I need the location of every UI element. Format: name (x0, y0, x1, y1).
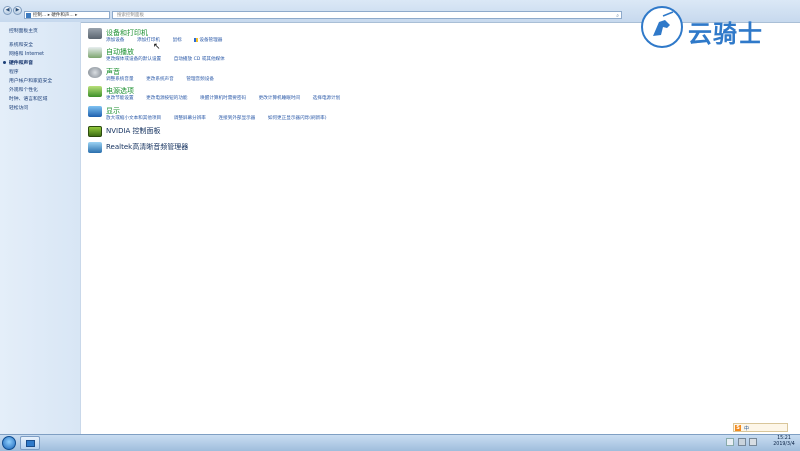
realtek-audio-icon (88, 142, 102, 153)
link-add-device[interactable]: 添加设备 (106, 37, 124, 43)
sidebar-item-security[interactable]: 系统和安全 (9, 41, 33, 48)
knight-logo-icon (641, 6, 683, 48)
clock-date: 2019/3/4 (773, 442, 795, 447)
link-change-sounds[interactable]: 更改系统声音 (146, 76, 174, 82)
watermark-text: 云骑士 (688, 20, 763, 48)
clock[interactable]: 15:21 2019/3/4 (770, 436, 798, 448)
autoplay-icon (88, 47, 102, 58)
mouse-pointer-icon: ↖ (153, 42, 161, 52)
ime-mode-label: 中 (744, 426, 750, 432)
sidebar-item-network[interactable]: 网络和 Internet (9, 50, 44, 57)
sidebar-item-user-accounts[interactable]: 用户帐户和家庭安全 (9, 77, 52, 84)
taskbar-control-panel[interactable] (20, 436, 40, 450)
start-button[interactable] (2, 436, 16, 450)
system-tray (726, 438, 759, 448)
back-button[interactable]: ◀ (3, 6, 12, 15)
active-bullet-icon (3, 61, 6, 64)
devices-printers-icon (88, 28, 102, 39)
uac-shield-icon (194, 37, 199, 42)
category-title[interactable]: Realtek高清晰音频管理器 (106, 142, 188, 152)
link-screen-resolution[interactable]: 调整屏幕分辨率 (174, 115, 206, 121)
link-external-display[interactable]: 连接到外部显示器 (219, 115, 256, 121)
category-title[interactable]: NVIDIA 控制面板 (106, 126, 161, 136)
address-path: 控制... ▸ 硬件和声... ▸ (33, 13, 78, 18)
watermark-logo: 云骑士 (641, 6, 791, 50)
forward-button[interactable]: ▶ (13, 6, 22, 15)
nvidia-icon (88, 126, 102, 137)
link-power-saving[interactable]: 更改节能设置 (106, 95, 134, 101)
search-input[interactable]: 搜索控制面板 ⌕ (112, 11, 622, 19)
display-icon (88, 106, 102, 117)
forward-arrow-icon: ▶ (15, 7, 20, 13)
link-text-size[interactable]: 放大或缩小文本和其他项目 (106, 115, 161, 121)
link-mouse[interactable]: 鼠标 (173, 37, 182, 43)
link-manage-audio-devices[interactable]: 管理音频设备 (186, 76, 214, 82)
link-power-plan[interactable]: 选择电源计划 (313, 95, 341, 101)
sidebar-item-clock-region[interactable]: 时钟、语言和区域 (9, 95, 47, 102)
power-options-icon (88, 86, 102, 97)
back-arrow-icon: ◀ (5, 7, 10, 13)
action-center-icon[interactable] (726, 438, 734, 446)
link-wake-password[interactable]: 唤醒计算机时需要密码 (200, 95, 246, 101)
sidebar-home-link[interactable]: 控制面板主页 (9, 27, 38, 34)
control-panel-icon (26, 440, 35, 447)
sogou-icon: S (735, 425, 741, 431)
link-autoplay-cd[interactable]: 自动播放 CD 或其他媒体 (174, 56, 225, 62)
search-placeholder: 搜索控制面板 (117, 13, 144, 18)
control-panel-icon (26, 13, 31, 18)
link-device-manager[interactable]: 设备管理器 (199, 37, 222, 43)
sidebar-item-appearance[interactable]: 外观和个性化 (9, 86, 38, 93)
link-sleep-time[interactable]: 更改计算机睡眠时间 (259, 95, 300, 101)
address-field[interactable]: 控制... ▸ 硬件和声... ▸ (24, 11, 110, 19)
link-adjust-volume[interactable]: 调整系统音量 (106, 76, 134, 82)
link-change-media-defaults[interactable]: 更改媒体或设备的默认设置 (106, 56, 161, 62)
search-icon[interactable]: ⌕ (616, 13, 619, 20)
network-icon[interactable] (737, 438, 746, 446)
sidebar-item-programs[interactable]: 程序 (9, 68, 19, 75)
volume-icon[interactable] (749, 438, 758, 446)
link-power-button[interactable]: 更改电源按钮的功能 (146, 95, 187, 101)
sidebar-item-ease-of-access[interactable]: 轻松访问 (9, 104, 28, 111)
sidebar-item-hardware-sound[interactable]: 硬件和声音 (9, 59, 33, 66)
sidebar: 控制面板主页 系统和安全 网络和 Internet 硬件和声音 程序 用户帐户和… (0, 22, 81, 434)
taskbar: S 中 15:21 2019/3/4 (0, 423, 800, 451)
link-monitor-flicker[interactable]: 如何更正显示器闪烁(刷新率) (268, 115, 327, 121)
sound-icon (88, 67, 102, 78)
ime-toolbar[interactable]: S 中 (733, 423, 788, 432)
